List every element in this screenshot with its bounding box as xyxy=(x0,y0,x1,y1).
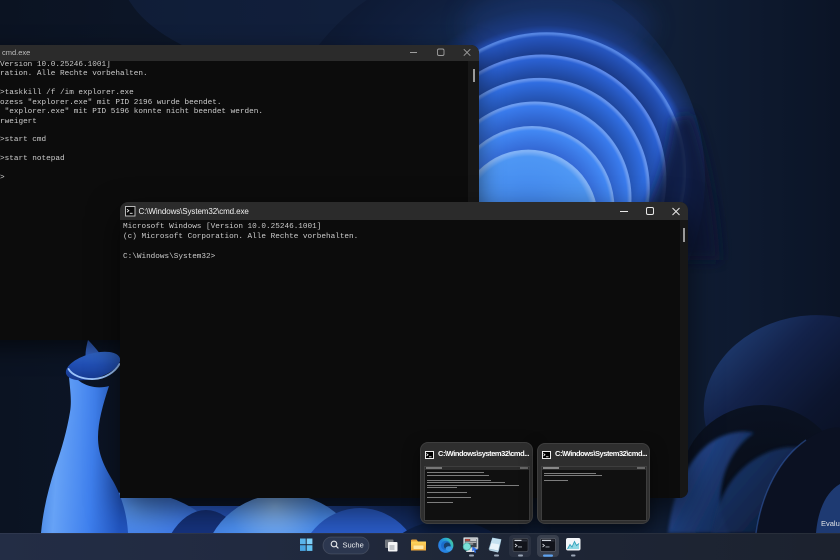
svg-text:Suche: Suche xyxy=(343,541,364,550)
